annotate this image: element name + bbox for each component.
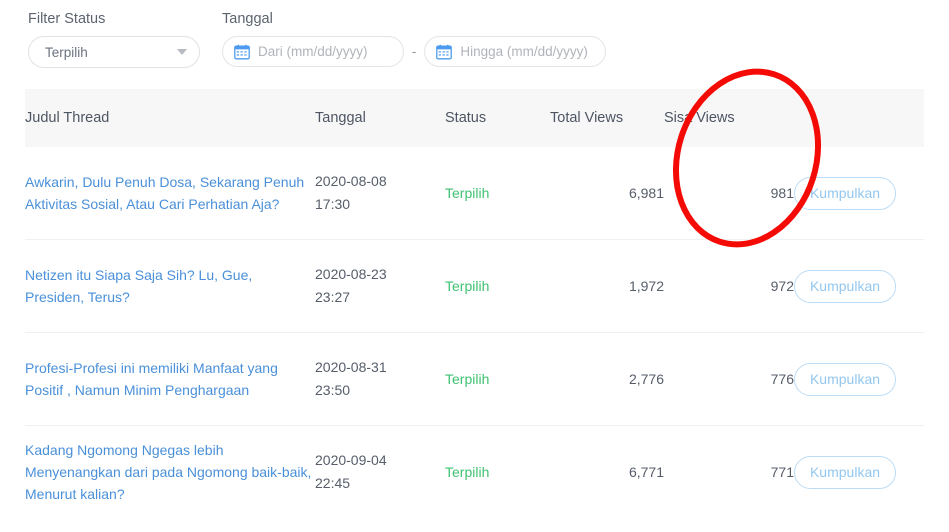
date-from-placeholder: Dari (mm/dd/yyyy) bbox=[258, 44, 368, 59]
date-range-separator: - bbox=[412, 44, 417, 59]
filter-bar: Filter Status Terpilih Tanggal Dari (mm/… bbox=[0, 0, 949, 85]
table-header: Judul Thread Tanggal Status Total Views … bbox=[25, 89, 924, 147]
chevron-down-icon bbox=[177, 49, 187, 55]
thread-title-link[interactable]: Profesi-Profesi ini memiliki Manfaat yan… bbox=[25, 357, 315, 401]
kumpulkan-button[interactable]: Kumpulkan bbox=[794, 176, 896, 210]
thread-date-cell: 2020-08-08 17:30 bbox=[315, 147, 445, 240]
date-range-row: Dari (mm/dd/yyyy) - Hingga (mm/dd/yyyy) bbox=[222, 36, 607, 67]
column-header-status[interactable]: Status bbox=[445, 89, 550, 147]
sisa-views-value: 972 bbox=[664, 239, 794, 333]
status-badge: Terpilih bbox=[445, 425, 550, 518]
filter-status-group: Filter Status Terpilih bbox=[28, 10, 200, 68]
calendar-icon bbox=[436, 44, 453, 59]
sisa-views-value: 981 bbox=[770, 185, 794, 201]
date-from-field[interactable]: Dari (mm/dd/yyyy) bbox=[222, 36, 404, 67]
table-row: Awkarin, Dulu Penuh Dosa, Sekarang Penuh… bbox=[25, 147, 924, 240]
total-views-value: 2,776 bbox=[550, 332, 664, 426]
thread-date-cell: 2020-08-31 23:50 bbox=[315, 332, 445, 426]
table-row: Netizen itu Siapa Saja Sih? Lu, Gue, Pre… bbox=[25, 239, 924, 333]
column-header-total-views[interactable]: Total Views bbox=[550, 89, 664, 147]
thread-date: 2020-08-31 bbox=[315, 359, 387, 375]
column-header-tanggal[interactable]: Tanggal bbox=[315, 89, 445, 147]
kumpulkan-button[interactable]: Kumpulkan bbox=[794, 269, 896, 303]
thread-title-link[interactable]: Awkarin, Dulu Penuh Dosa, Sekarang Penuh… bbox=[25, 171, 315, 215]
thread-date-cell: 2020-08-23 23:27 bbox=[315, 239, 445, 333]
sisa-views-value: 776 bbox=[664, 332, 794, 426]
thread-date: 2020-08-08 bbox=[315, 173, 387, 189]
thread-date-cell: 2020-09-04 22:45 bbox=[315, 425, 445, 518]
thread-time: 23:27 bbox=[315, 289, 351, 305]
table-header-row: Judul Thread Tanggal Status Total Views … bbox=[25, 89, 924, 147]
status-badge: Terpilih bbox=[445, 332, 550, 426]
threads-table: Judul Thread Tanggal Status Total Views … bbox=[25, 89, 924, 518]
thread-time: 23:50 bbox=[315, 382, 351, 398]
date-to-field[interactable]: Hingga (mm/dd/yyyy) bbox=[424, 36, 607, 67]
total-views-value: 6,981 bbox=[628, 185, 664, 201]
thread-title-link[interactable]: Kadang Ngomong Ngegas lebih Menyenangkan… bbox=[25, 439, 315, 505]
table-body: Awkarin, Dulu Penuh Dosa, Sekarang Penuh… bbox=[25, 147, 924, 518]
table-row: Profesi-Profesi ini memiliki Manfaat yan… bbox=[25, 332, 924, 426]
threads-table-container: Judul Thread Tanggal Status Total Views … bbox=[25, 89, 924, 518]
filter-date-label: Tanggal bbox=[222, 11, 273, 27]
status-badge: Terpilih bbox=[445, 239, 550, 333]
total-views-value: 6,771 bbox=[550, 425, 664, 518]
filter-status-selected-value: Terpilih bbox=[45, 44, 88, 60]
filter-status-label: Filter Status bbox=[28, 11, 106, 27]
filter-status-select[interactable]: Terpilih bbox=[28, 36, 200, 68]
thread-time: 17:30 bbox=[315, 196, 351, 212]
thread-title-link[interactable]: Netizen itu Siapa Saja Sih? Lu, Gue, Pre… bbox=[25, 264, 315, 308]
kumpulkan-button[interactable]: Kumpulkan bbox=[794, 362, 896, 396]
column-header-sisa-views[interactable]: Sisa Views bbox=[664, 89, 794, 147]
column-header-action bbox=[794, 89, 924, 147]
column-header-judul-thread[interactable]: Judul Thread bbox=[25, 89, 315, 147]
status-badge: Terpilih bbox=[445, 185, 490, 201]
thread-date: 2020-09-04 bbox=[315, 452, 387, 468]
thread-time: 22:45 bbox=[315, 475, 351, 491]
kumpulkan-button[interactable]: Kumpulkan bbox=[794, 455, 896, 489]
date-to-placeholder: Hingga (mm/dd/yyyy) bbox=[460, 44, 588, 59]
thread-date: 2020-08-23 bbox=[315, 266, 387, 282]
sisa-views-value: 771 bbox=[664, 425, 794, 518]
table-row: Kadang Ngomong Ngegas lebih Menyenangkan… bbox=[25, 425, 924, 518]
total-views-value: 1,972 bbox=[550, 239, 664, 333]
filter-date-group: Tanggal Dari (mm/dd/yyyy) - Hingga (mm/d… bbox=[222, 10, 607, 67]
calendar-icon bbox=[234, 44, 250, 59]
